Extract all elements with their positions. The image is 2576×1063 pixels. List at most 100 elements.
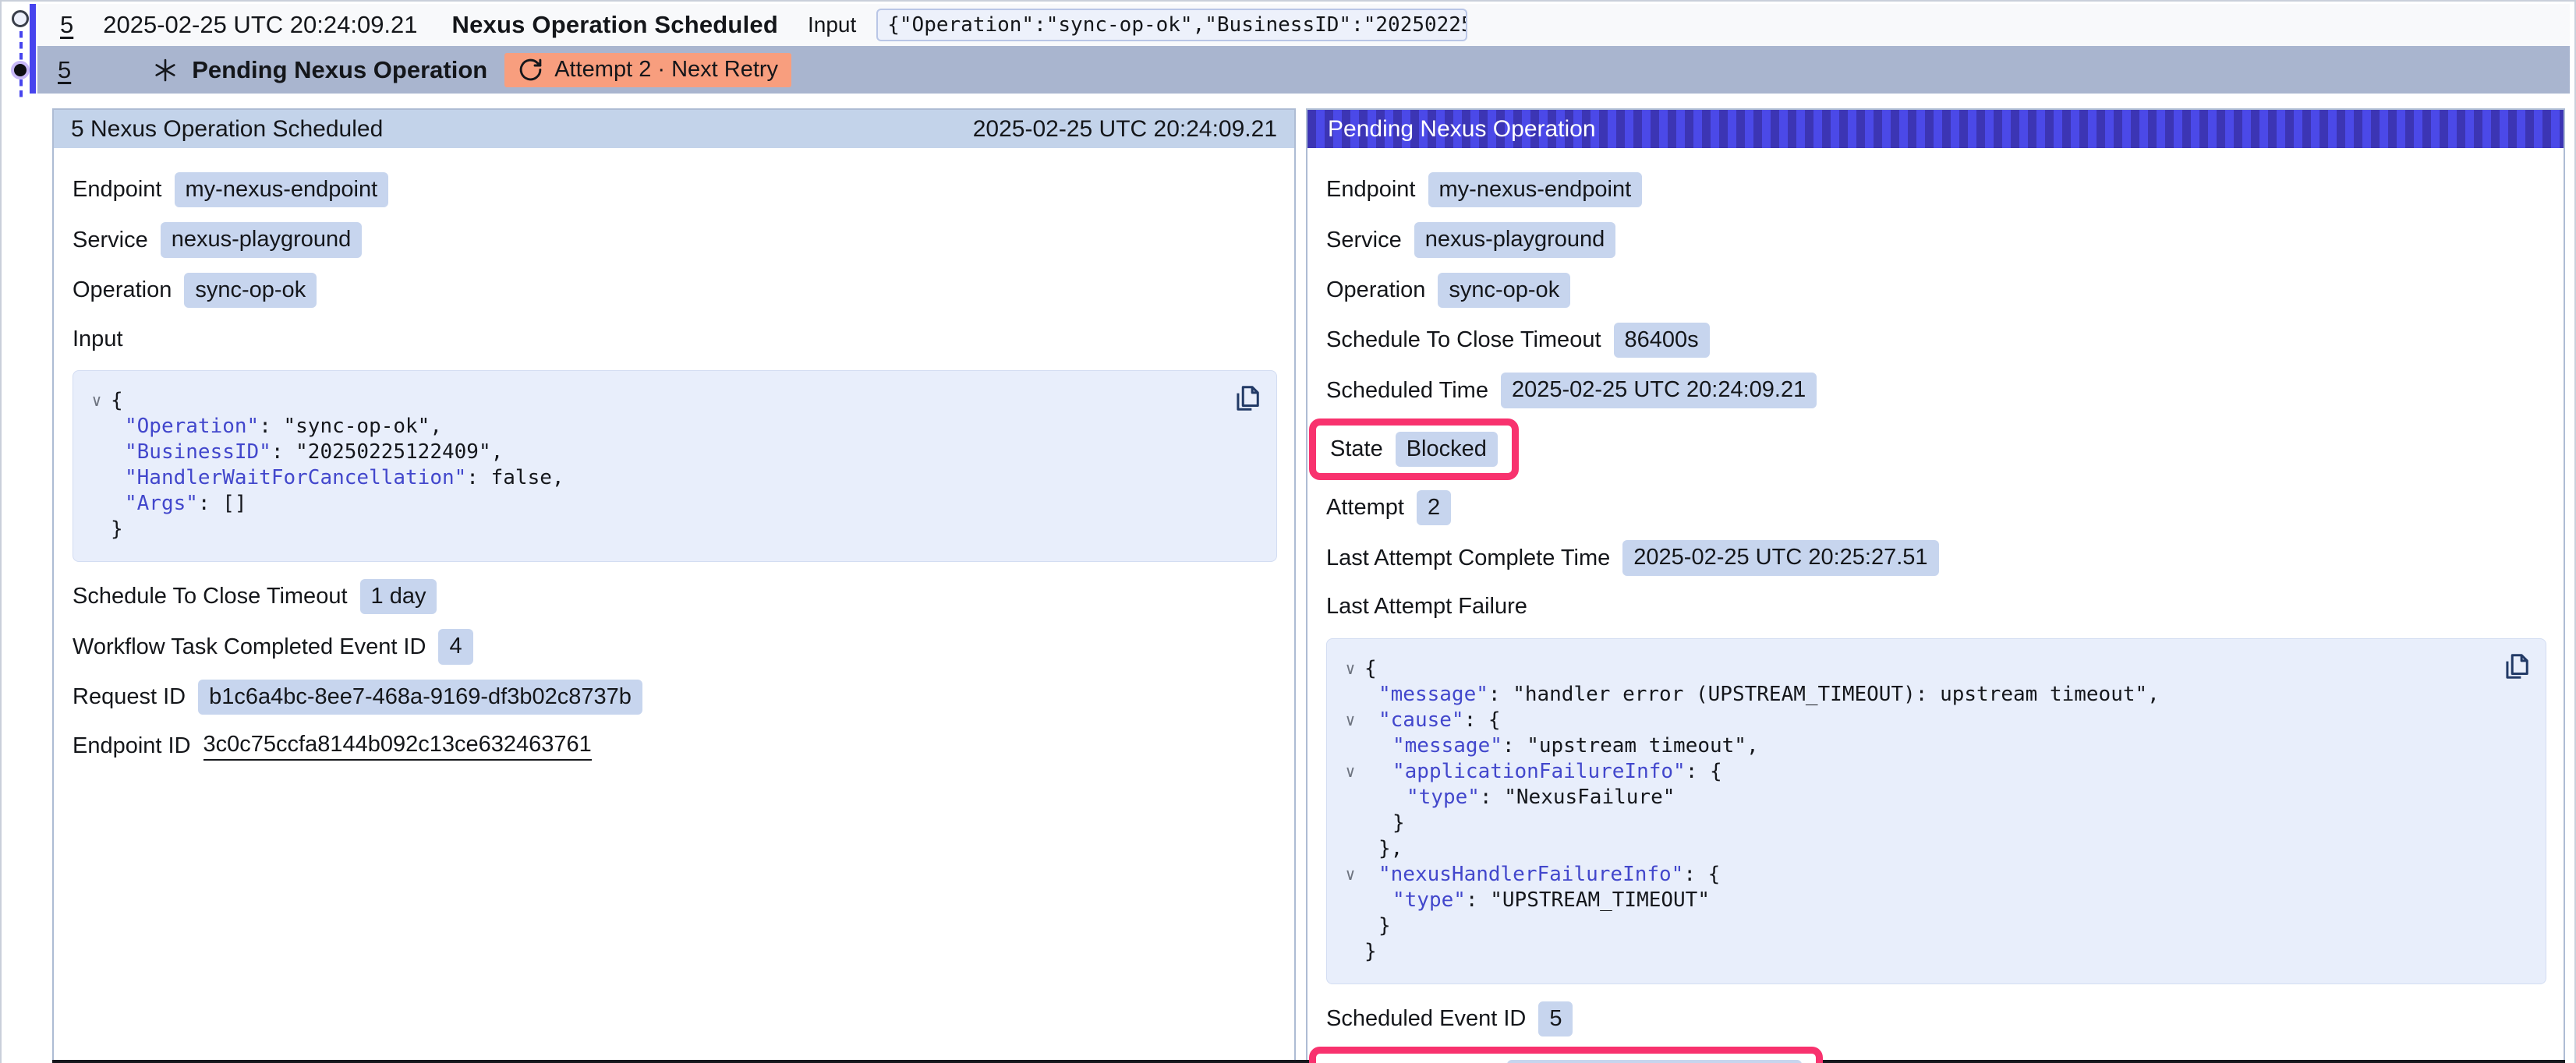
json-line: } xyxy=(1336,810,2491,836)
field-label-endpoint: Endpoint xyxy=(1326,177,1416,203)
field-row-last-attempt-complete-time: Last Attempt Complete Time 2025-02-25 UTC… xyxy=(1326,540,2546,575)
json-line: } xyxy=(1336,913,2491,939)
history-row-pending[interactable]: 5 Pending Nexus Operation Attempt 2 · Ne… xyxy=(37,46,2570,94)
field-value-state: Blocked xyxy=(1396,432,1498,467)
copy-icon[interactable] xyxy=(2500,652,2532,683)
timeline-dashed-connector xyxy=(19,79,23,98)
event-id-link[interactable]: 5 xyxy=(58,56,71,84)
scheduled-panel-header: 5 Nexus Operation Scheduled 2025-02-25 U… xyxy=(54,110,1294,148)
caret-gutter xyxy=(83,414,111,440)
collapse-caret-icon[interactable]: ∨ xyxy=(1346,762,1356,781)
field-row-endpoint: Endpointmy-nexus-endpoint xyxy=(73,172,1277,207)
collapse-caret-icon[interactable]: ∨ xyxy=(1346,659,1356,678)
app-window: 5 2025-02-25 UTC 20:24:09.21 Nexus Opera… xyxy=(0,0,2576,1063)
json-line: ∨ "nexusHandlerFailureInfo": { xyxy=(1336,862,2491,888)
history-row-scheduled[interactable]: 5 2025-02-25 UTC 20:24:09.21 Nexus Opera… xyxy=(37,4,2570,46)
json-text: } xyxy=(1364,810,1405,836)
event-id-link[interactable]: 5 xyxy=(60,11,73,39)
field-row-endpoint: Endpointmy-nexus-endpoint xyxy=(1326,172,2546,207)
json-text: } xyxy=(111,517,123,542)
json-line: "message": "upstream timeout", xyxy=(1336,733,2491,759)
field-label-scheduled-time: Scheduled Time xyxy=(1326,378,1488,404)
json-text: { xyxy=(111,388,123,414)
input-preview-chip[interactable]: {"Operation":"sync-op-ok","BusinessID":"… xyxy=(876,9,1467,41)
field-label-workflow-task-completed-event-id: Workflow Task Completed Event ID xyxy=(73,634,426,660)
collapse-caret-icon[interactable]: ∨ xyxy=(1346,711,1356,729)
event-open-circle-icon[interactable] xyxy=(12,10,29,27)
field-label-last-attempt-complete-time: Last Attempt Complete Time xyxy=(1326,546,1610,571)
json-text: } xyxy=(1364,939,1377,965)
field-value-endpoint-id[interactable]: 3c0c75ccfa8144b092c13ce632463761 xyxy=(203,732,592,761)
retry-badge-label: Attempt 2 · Next Retry xyxy=(554,57,778,83)
field-row-schedule-to-close-timeout: Schedule To Close Timeout 86400s xyxy=(1326,323,2546,358)
asterisk-icon xyxy=(153,58,178,83)
caret-gutter xyxy=(1336,913,1364,939)
field-row-service: Servicenexus-playground xyxy=(1326,222,2546,257)
field-row-schedule-to-close-timeout: Schedule To Close Timeout 1 day xyxy=(73,579,1277,614)
annotation-highlight-state: State Blocked xyxy=(1309,418,1519,480)
field-row-workflow-task-completed-event-id: Workflow Task Completed Event ID4 xyxy=(73,629,1277,664)
panel-timestamp: 2025-02-25 UTC 20:24:09.21 xyxy=(973,116,1277,143)
json-line: "Args": [] xyxy=(83,491,1222,517)
caret-gutter xyxy=(1336,939,1364,965)
field-row-scheduled-event-id: Scheduled Event ID 5 xyxy=(1326,1001,2546,1037)
json-text: "Operation": "sync-op-ok", xyxy=(111,414,442,440)
json-text: "HandlerWaitForCancellation": false, xyxy=(111,465,564,491)
json-line: "Operation": "sync-op-ok", xyxy=(83,414,1222,440)
field-row-operation: Operationsync-op-ok xyxy=(73,273,1277,308)
field-value-schedule-to-close-timeout: 86400s xyxy=(1614,323,1710,358)
event-pending-dot-icon[interactable] xyxy=(11,61,30,79)
copy-icon[interactable] xyxy=(1231,383,1262,415)
json-line: "HandlerWaitForCancellation": false, xyxy=(83,465,1222,491)
json-line: "type": "UPSTREAM_TIMEOUT" xyxy=(1336,888,2491,913)
caret-gutter: ∨ xyxy=(1336,759,1364,785)
field-row-endpoint-id: Endpoint ID 3c0c75ccfa8144b092c13ce632463… xyxy=(73,729,1277,762)
field-value-scheduled-event-id: 5 xyxy=(1538,1001,1573,1037)
field-value-service: nexus-playground xyxy=(1414,222,1616,257)
field-label-schedule-to-close-timeout: Schedule To Close Timeout xyxy=(1326,327,1601,353)
collapse-caret-icon[interactable]: ∨ xyxy=(92,391,102,410)
pending-operation-panel: Pending Nexus Operation Endpointmy-nexus… xyxy=(1306,108,2565,1060)
json-line: "BusinessID": "20250225122409", xyxy=(83,440,1222,465)
caret-gutter xyxy=(1336,836,1364,862)
field-row-attempt: Attempt2 xyxy=(1326,490,2546,525)
field-label-request-id: Request ID xyxy=(73,684,186,710)
caret-gutter xyxy=(1336,888,1364,913)
json-line: "message": "handler error (UPSTREAM_TIME… xyxy=(1336,682,2491,708)
json-line: } xyxy=(1336,939,2491,965)
caret-gutter xyxy=(83,440,111,465)
input-label: Input xyxy=(808,12,856,37)
field-label-attempt: Attempt xyxy=(1326,495,1404,521)
panel-title: Pending Nexus Operation xyxy=(1328,116,1596,143)
json-text: "nexusHandlerFailureInfo": { xyxy=(1364,862,1720,888)
field-label-endpoint-id: Endpoint ID xyxy=(73,733,191,759)
panel-title: 5 Nexus Operation Scheduled xyxy=(71,116,383,143)
caret-gutter: ∨ xyxy=(1336,656,1364,682)
json-line: } xyxy=(83,517,1222,542)
field-value-last-attempt-complete-time: 2025-02-25 UTC 20:25:27.51 xyxy=(1622,540,1938,575)
event-time: 2025-02-25 UTC 20:24:09.21 xyxy=(103,11,417,39)
field-row-input: Input xyxy=(73,323,1277,355)
field-label-service: Service xyxy=(73,228,148,253)
field-label-state: State xyxy=(1330,436,1383,462)
event-detail-split: 5 Nexus Operation Scheduled 2025-02-25 U… xyxy=(52,108,2565,1063)
caret-gutter xyxy=(1336,733,1364,759)
retry-icon xyxy=(518,57,543,83)
json-line: "type": "NexusFailure" xyxy=(1336,785,2491,810)
json-text: "BusinessID": "20250225122409", xyxy=(111,440,503,465)
field-label-operation: Operation xyxy=(1326,277,1425,303)
collapse-caret-icon[interactable]: ∨ xyxy=(1346,865,1356,884)
field-value-operation: sync-op-ok xyxy=(1438,273,1570,308)
caret-gutter: ∨ xyxy=(83,388,111,414)
caret-gutter xyxy=(83,517,111,542)
field-row-state: State Blocked xyxy=(1326,423,2546,475)
field-label-schedule-to-close-timeout: Schedule To Close Timeout xyxy=(73,584,348,609)
field-label-scheduled-event-id: Scheduled Event ID xyxy=(1326,1006,1526,1032)
json-text: }, xyxy=(1364,836,1403,862)
field-row-scheduled-time: Scheduled Time2025-02-25 UTC 20:24:09.21 xyxy=(1326,373,2546,408)
field-value-schedule-to-close-timeout: 1 day xyxy=(360,579,437,614)
field-value-request-id: b1c6a4bc-8ee7-468a-9169-df3b02c8737b xyxy=(198,680,642,715)
json-text: "message": "handler error (UPSTREAM_TIME… xyxy=(1364,682,2160,708)
json-line: }, xyxy=(1336,836,2491,862)
field-value-endpoint: my-nexus-endpoint xyxy=(175,172,389,207)
